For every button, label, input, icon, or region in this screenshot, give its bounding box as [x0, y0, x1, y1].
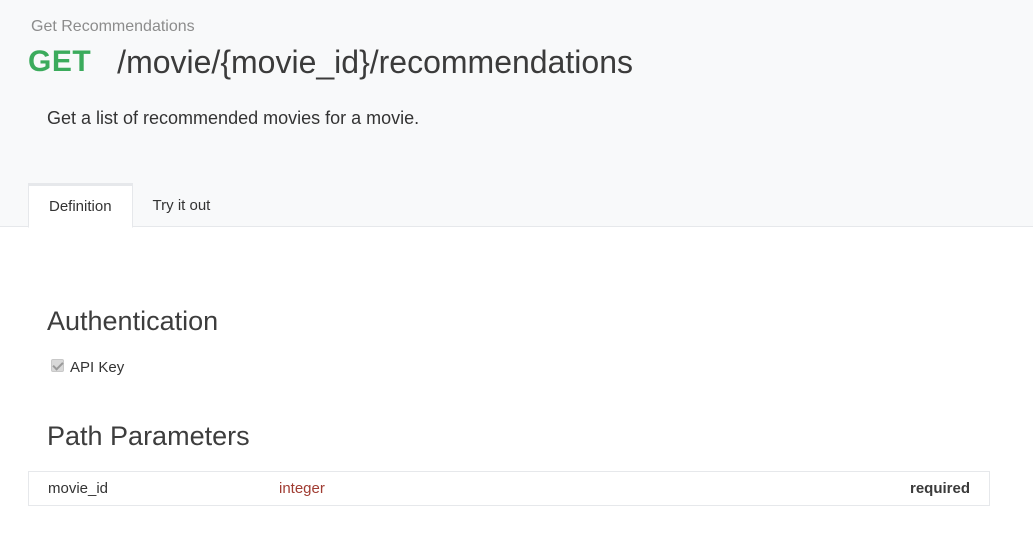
endpoint-path: /movie/{movie_id}/recommendations: [117, 43, 633, 80]
tab-try-it-out[interactable]: Try it out: [133, 183, 231, 227]
param-name: movie_id: [48, 480, 109, 497]
endpoint-signature: GET /movie/{movie_id}/recommendations: [28, 40, 633, 84]
endpoint-description: Get a list of recommended movies for a m…: [47, 108, 420, 128]
api-key-label: API Key: [70, 359, 125, 376]
http-method-badge: GET: [28, 45, 92, 78]
breadcrumb: Get Recommendations: [31, 18, 195, 35]
param-type: integer: [279, 480, 325, 497]
path-parameters-heading: Path Parameters: [47, 421, 250, 451]
tab-bar: Definition Try it out: [28, 183, 231, 228]
endpoint-header: Get Recommendations GET /movie/{movie_id…: [0, 0, 1033, 228]
tab-definition[interactable]: Definition: [28, 183, 133, 228]
api-key-checkbox: [51, 359, 64, 372]
authentication-heading: Authentication: [47, 306, 219, 336]
auth-api-key-option: API Key: [51, 359, 124, 376]
path-parameter-row: movie_id integer required: [28, 471, 990, 506]
param-required-label: required: [909, 480, 970, 497]
